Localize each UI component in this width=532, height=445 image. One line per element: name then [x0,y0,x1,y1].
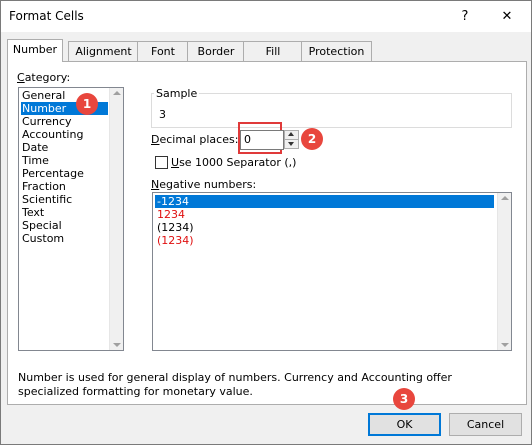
scroll-down-icon[interactable] [113,343,121,347]
annotation-badge-2: 2 [301,128,323,150]
scroll-down-icon[interactable] [501,343,509,347]
chevron-down-icon [288,142,294,146]
tab-border[interactable]: Border [187,41,245,61]
category-item-accounting[interactable]: Accounting [21,128,108,141]
category-item-currency[interactable]: Currency [21,115,108,128]
decimal-places-label: Decimal places: [151,133,239,146]
tab-number[interactable]: Number [7,39,63,62]
category-item-scientific[interactable]: Scientific [21,193,108,206]
format-cells-dialog: Format Cells ? ✕ Number Alignment Font B… [0,0,532,445]
scroll-up-icon[interactable] [113,91,121,95]
tab-font[interactable]: Font [137,41,189,61]
negative-scrollbar[interactable] [497,193,511,350]
annotation-badge-1: 1 [76,93,98,115]
category-item-fraction[interactable]: Fraction [21,180,108,193]
help-button[interactable]: ? [448,5,482,27]
category-scrollbar[interactable] [109,88,123,350]
category-item-date[interactable]: Date [21,141,108,154]
spin-down-button[interactable] [284,139,299,149]
negative-item-minus[interactable]: -1234 [155,195,494,208]
category-item-custom[interactable]: Custom [21,232,108,245]
decimal-places-stepper[interactable] [284,130,299,149]
negative-numbers-list[interactable]: -1234 1234 (1234) (1234) [152,192,512,351]
negative-item-red[interactable]: 1234 [155,208,494,221]
category-list[interactable]: General Number Currency Accounting Date … [18,87,124,351]
close-icon[interactable]: ✕ [490,5,524,27]
category-item-text[interactable]: Text [21,206,108,219]
sample-value: 3 [159,108,166,121]
chevron-up-icon [288,132,294,136]
thousand-separator-checkbox[interactable] [155,156,168,169]
negative-item-red-parens[interactable]: (1234) [155,234,494,247]
description-text: Number is used for general display of nu… [18,371,452,398]
negative-numbers-label: Negative numbers: [151,178,257,191]
scroll-up-icon[interactable] [501,196,509,200]
negative-item-parens[interactable]: (1234) [155,221,494,234]
tab-alignment[interactable]: Alignment [68,41,139,61]
decimal-places-input[interactable]: 0 [240,130,284,150]
category-label: Category: [17,71,71,84]
annotation-badge-3: 3 [393,388,415,410]
tab-fill[interactable]: Fill [243,41,303,61]
sample-label: Sample [154,87,200,100]
title-bar: Format Cells ? ✕ [1,1,531,32]
category-item-time[interactable]: Time [21,154,108,167]
decimal-places-value: 0 [244,133,251,146]
category-item-special[interactable]: Special [21,219,108,232]
category-item-percentage[interactable]: Percentage [21,167,108,180]
window-title: Format Cells [9,9,84,23]
cancel-button[interactable]: Cancel [449,413,522,436]
sample-group [151,93,512,128]
ok-button[interactable]: OK [368,413,441,436]
tab-protection[interactable]: Protection [301,41,372,61]
thousand-separator-label: Use 1000 Separator (,) [171,156,297,169]
